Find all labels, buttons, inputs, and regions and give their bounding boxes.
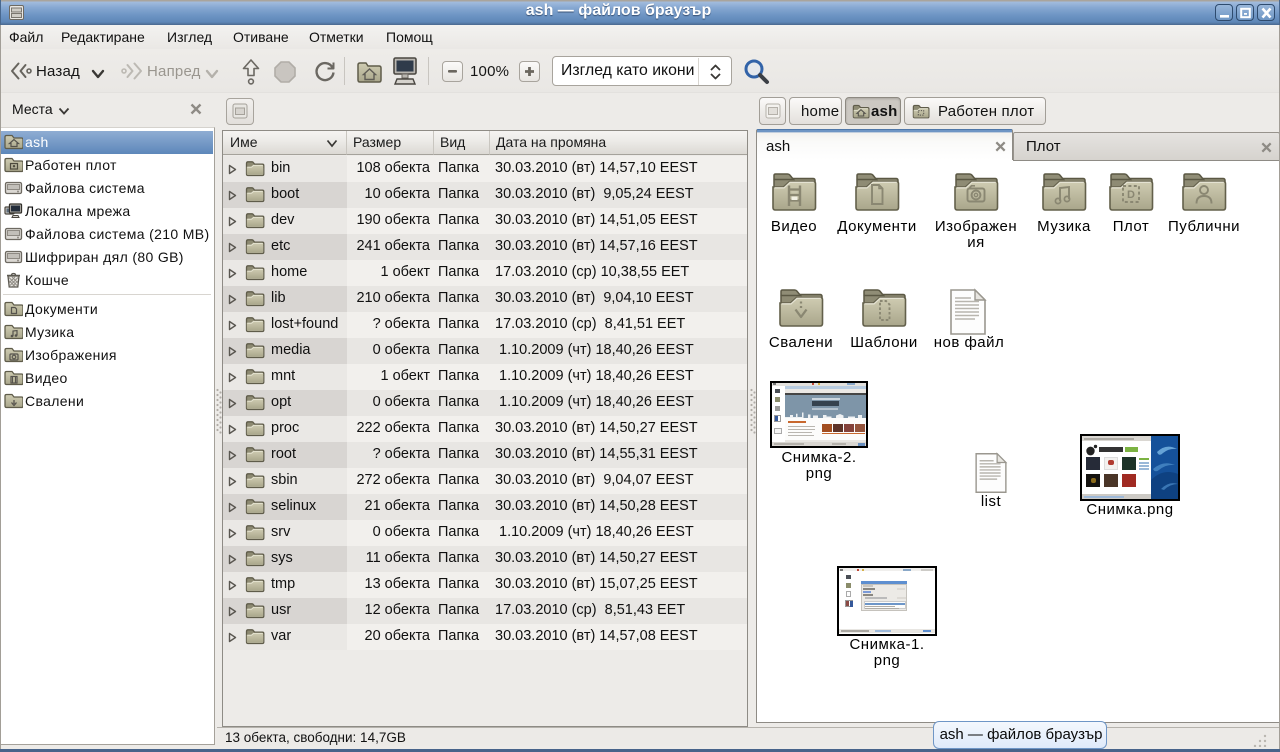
svg-text:D: D xyxy=(1127,189,1135,201)
